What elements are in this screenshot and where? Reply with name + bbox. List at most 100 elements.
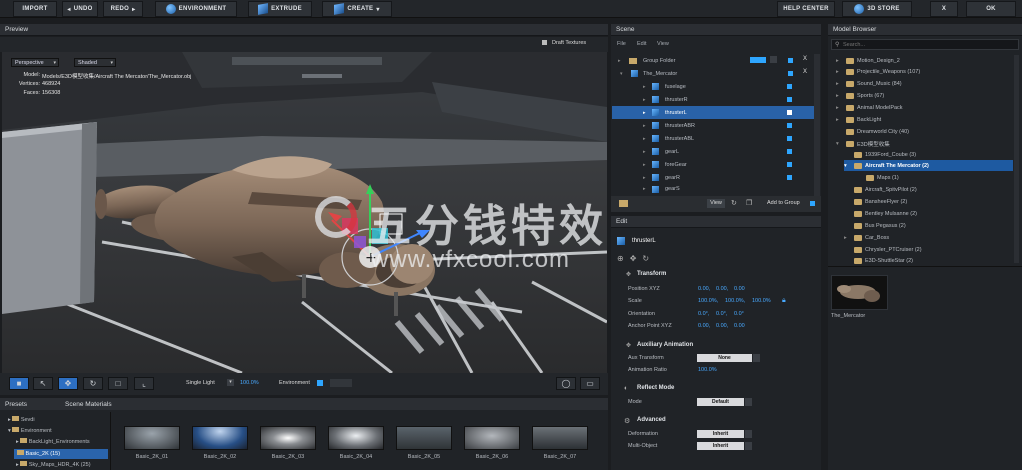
preset-thumbnail[interactable] [192, 426, 248, 450]
environment-checkbox[interactable] [317, 380, 323, 386]
animation-ratio-value[interactable]: 100.0% [698, 367, 717, 373]
scene-object-row[interactable]: ▸ fuselage [612, 80, 814, 93]
duplicate-icon[interactable]: ❐ [746, 199, 752, 207]
model-tree-item[interactable]: Bus Pegasus (2) [844, 220, 1016, 231]
anchor-tool-button[interactable]: ⌞ [134, 377, 154, 390]
select-tool-button[interactable]: ↖ [33, 377, 53, 390]
redo-button[interactable]: REDO ▸ [103, 1, 143, 17]
model-tree-item[interactable]: ▸ Car_Boss [844, 232, 1016, 243]
preset-thumbnail[interactable] [328, 426, 384, 450]
scene-object-row[interactable]: ▸ thrusterABR [612, 119, 814, 132]
scene-group-folder[interactable]: ▸ Group Folder X [612, 54, 814, 67]
scene-scrollbar[interactable] [814, 54, 820, 196]
light-mode-dropdown[interactable]: ▾ [227, 379, 234, 386]
move-tool-button[interactable]: ✥ [58, 377, 78, 390]
model-tree-item[interactable]: ▸ Animal ModelPack [836, 102, 1016, 113]
preset-thumbnail[interactable] [124, 426, 180, 450]
position-y-value[interactable]: 0.00, [716, 286, 728, 292]
add-to-group-button[interactable]: Add to Group [767, 200, 800, 206]
model-tree-item[interactable]: ▸ Sports (67) [836, 90, 1016, 101]
preset-tree-item[interactable]: ▸ BackLight_Environments [16, 438, 90, 445]
preset-tree-item[interactable]: ▾ Environment [8, 427, 52, 434]
environment-slider[interactable] [330, 379, 352, 387]
model-tree-item[interactable]: ▸ Motion_Design_2 [836, 55, 1016, 66]
scene-object-row[interactable]: ▸ foreGear [612, 158, 814, 171]
visible-checkbox[interactable] [787, 97, 792, 102]
mode-dropdown[interactable]: Default [697, 398, 752, 406]
aux-transform-dropdown[interactable]: None [697, 354, 760, 362]
model-tree-item[interactable]: ▸ Projectile_Weapons (107) [836, 66, 1016, 77]
model-tree-item[interactable]: ▸ BackLight [836, 114, 1016, 125]
model-search-box[interactable]: ⚲ [831, 39, 1019, 50]
scene-object-row[interactable]: ▸ thrusterABL [612, 132, 814, 145]
preset-thumbnail[interactable] [464, 426, 520, 450]
model-tree-item[interactable]: Aircraft_SpitvPilot (2) [844, 184, 1016, 195]
model-tree-item[interactable]: ▸ Sound_Music (84) [836, 78, 1016, 89]
visible-checkbox[interactable] [787, 136, 792, 141]
preset-tree-item-selected[interactable]: Basic_2K (15) [14, 449, 108, 459]
scene-object-row[interactable]: ▸ gearL [612, 145, 814, 158]
anchor-z-value[interactable]: 0.00 [734, 323, 745, 329]
model-search-input[interactable] [843, 40, 1013, 49]
scale-y-value[interactable]: 100.0%, [725, 298, 745, 304]
deformation-dropdown[interactable]: Inherit [697, 430, 752, 438]
group-dropdown[interactable] [770, 56, 777, 63]
anchor-x-value[interactable]: 0.00, [698, 323, 710, 329]
scene-object-row[interactable]: ▸ gearR [612, 171, 814, 184]
multi-object-dropdown[interactable]: Inherit [697, 442, 752, 450]
scale-z-value[interactable]: 100.0% [752, 298, 771, 304]
model-tree-item[interactable]: E3D-ShuttleStar (2) [844, 255, 1016, 266]
scene-object-row-selected[interactable]: ▸ thrusterL [612, 106, 814, 119]
root-remove-icon[interactable]: X [803, 69, 807, 75]
group-remove-icon[interactable]: X [803, 56, 807, 62]
scene-menu-file[interactable]: File [617, 41, 626, 47]
scene-object-row[interactable]: ▸ thrusterR [612, 93, 814, 106]
model-browser-scrollbar[interactable] [1014, 55, 1019, 263]
undo-button[interactable]: ◂ UNDO [62, 1, 98, 17]
orientation-x-value[interactable]: 0.0°, [698, 311, 709, 317]
model-tree-item[interactable]: 1939Ford_Coube (3) [844, 149, 1016, 160]
help-center-button[interactable]: HELP CENTER [777, 1, 835, 17]
close-button[interactable]: X [930, 1, 958, 17]
aux-animation-section-title[interactable]: Auxiliary Animation [637, 342, 693, 348]
3d-store-button[interactable]: 3D STORE [842, 1, 912, 17]
ok-button[interactable]: OK [966, 1, 1016, 17]
model-tree-item-selected[interactable]: ▾ Aircraft The Mercator (2) [844, 160, 1013, 171]
model-tree-item[interactable]: Chrysler_PTCruiser (2) [844, 244, 1016, 255]
extrude-button[interactable]: EXTRUDE [248, 1, 312, 17]
camera-tool-button[interactable]: ■ [9, 377, 29, 390]
layer-badge[interactable] [750, 57, 766, 63]
scene-menu-view[interactable]: View [657, 41, 669, 47]
lock-icon[interactable]: 🔒︎ [782, 297, 786, 305]
preset-tree-item[interactable]: ▸ Sky_Maps_HDR_4K (25) [16, 461, 91, 468]
create-button[interactable]: CREATE ▾ [322, 1, 392, 17]
model-tree-item[interactable]: Bentley Mulsanne (2) [844, 208, 1016, 219]
orientation-z-value[interactable]: 0.0° [734, 311, 744, 317]
scale-x-value[interactable]: 100.0%, [698, 298, 718, 304]
rotate-tool-button[interactable]: ↻ [83, 377, 103, 390]
position-x-value[interactable]: 0.00, [698, 286, 710, 292]
add-to-group-checkbox[interactable] [810, 201, 815, 206]
visible-checkbox[interactable] [787, 110, 792, 115]
tab-presets[interactable]: Presets [5, 401, 27, 408]
model-thumbnail[interactable] [831, 275, 888, 310]
draft-textures-checkbox[interactable] [542, 40, 547, 45]
scene-root-item[interactable]: ▾ The_Mercator X [612, 67, 814, 80]
preset-tree-item[interactable]: ▸ Sevdi [8, 416, 35, 423]
import-button[interactable]: IMPORT [13, 1, 57, 17]
visible-checkbox[interactable] [787, 149, 792, 154]
orientation-y-value[interactable]: 0.0°, [716, 311, 727, 317]
screen-capture-button[interactable]: ▭ [580, 377, 600, 390]
visible-checkbox[interactable] [787, 123, 792, 128]
model-tree-item[interactable]: Maps (1) [856, 172, 1016, 183]
group-visible-checkbox[interactable] [788, 58, 793, 63]
anchor-y-value[interactable]: 0.00, [716, 323, 728, 329]
visible-checkbox[interactable] [787, 84, 792, 89]
shading-mode-dropdown[interactable]: Shaded [74, 58, 116, 67]
scale-tool-button[interactable]: □ [108, 377, 128, 390]
root-visible-checkbox[interactable] [788, 71, 793, 76]
scene-menu-edit[interactable]: Edit [637, 41, 646, 47]
advanced-section-title[interactable]: Advanced [637, 417, 666, 423]
model-tree-item[interactable]: Dreamworld City (40) [836, 126, 1016, 137]
visible-checkbox[interactable] [787, 162, 792, 167]
